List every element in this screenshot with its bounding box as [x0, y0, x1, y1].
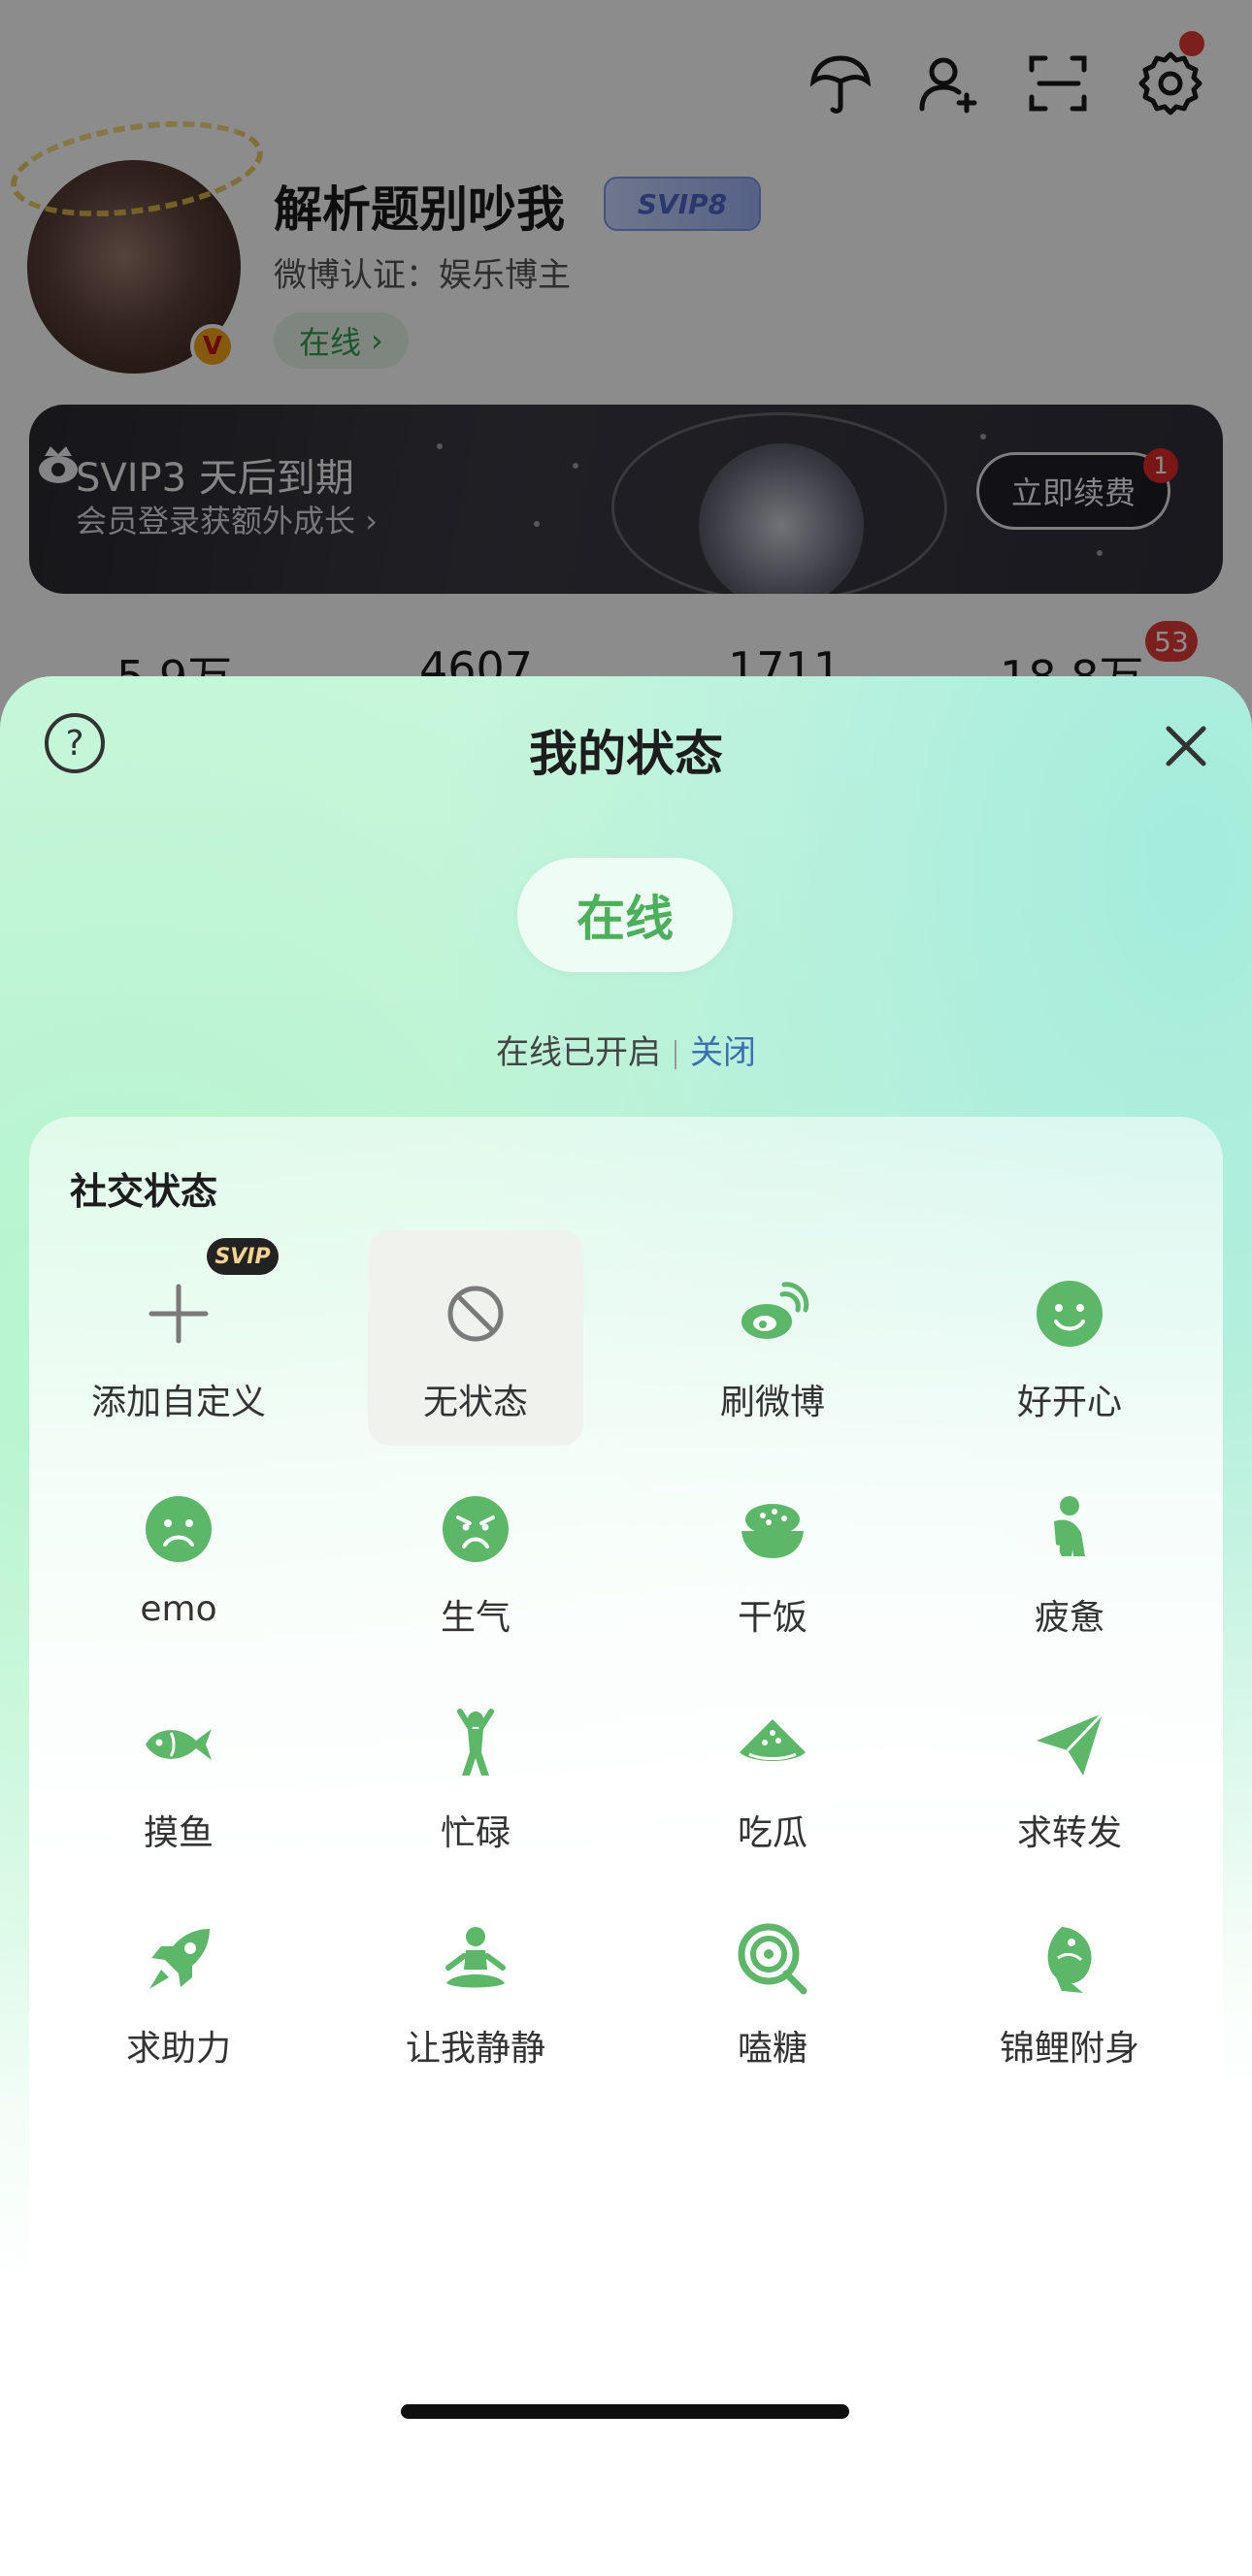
watermelon-icon [718, 1690, 827, 1799]
status-label: 锦鲤附身 [999, 2029, 1139, 2069]
status-item-tired[interactable]: 疲惫 [962, 1446, 1177, 1661]
home-indicator[interactable] [401, 2404, 849, 2419]
status-item-angry[interactable]: 生气 [368, 1446, 583, 1661]
status-item-weibo[interactable]: 刷微博 [665, 1230, 880, 1446]
status-item-slacking[interactable]: 摸鱼 [71, 1661, 286, 1876]
profile-page: V 解析题别吵我 SVIP8 微博认证：娱乐博主 在线 › SVIP3 天后到期… [0, 0, 1252, 737]
status-item-busy[interactable]: 忙碌 [368, 1661, 583, 1876]
status-label: 吃瓜 [737, 1813, 807, 1853]
status-label: 让我静静 [405, 2029, 545, 2069]
status-item-quiet[interactable]: 让我静静 [368, 1876, 583, 2092]
sheet-title: 我的状态 [529, 726, 723, 782]
status-item-happy[interactable]: 好开心 [962, 1230, 1177, 1446]
status-label: 生气 [440, 1598, 511, 1638]
svip-tag: SVIP [207, 1238, 279, 1275]
status-label: 忙碌 [440, 1813, 511, 1853]
current-status-pill[interactable]: 在线 [517, 858, 733, 972]
status-item-emo[interactable]: emo [71, 1446, 286, 1661]
lollipop-icon [718, 1906, 827, 2014]
status-item-eat[interactable]: 干饭 [665, 1446, 880, 1661]
angry-face-icon [421, 1475, 530, 1583]
meditate-icon [421, 1906, 530, 2014]
section-title: 社交状态 [70, 1170, 218, 1213]
status-label: 好开心 [1016, 1383, 1122, 1422]
online-note-text: 在线已开启 [496, 1033, 661, 1072]
no-status-icon [421, 1259, 530, 1368]
plus-icon [124, 1259, 233, 1368]
busy-person-icon [421, 1690, 530, 1799]
rice-bowl-icon [718, 1475, 827, 1583]
status-item-candy[interactable]: 嗑糖 [665, 1876, 880, 2092]
paper-plane-icon [1015, 1690, 1124, 1799]
status-label: 求助力 [125, 2029, 231, 2069]
close-icon[interactable] [1157, 717, 1215, 775]
social-status-card: 社交状态 添加自定义 SVIP 无状态 刷微博 好开心 emo 生气 干饭 疲惫… [29, 1117, 1223, 2378]
sad-face-icon [124, 1475, 233, 1583]
status-label: 添加自定义 [90, 1383, 266, 1422]
tired-person-icon [1015, 1475, 1124, 1583]
status-item-koi[interactable]: 锦鲤附身 [962, 1876, 1177, 2092]
status-item-forward[interactable]: 求转发 [962, 1661, 1177, 1876]
status-label: 无状态 [422, 1383, 528, 1422]
status-label: 嗑糖 [737, 2029, 807, 2069]
fish-icon [124, 1690, 233, 1799]
status-label: emo [140, 1589, 217, 1629]
status-item-boost[interactable]: 求助力 [71, 1876, 286, 2092]
status-label: 干饭 [737, 1598, 807, 1638]
koi-icon [1015, 1906, 1124, 2014]
happy-face-icon [1015, 1259, 1124, 1368]
status-label: 刷微博 [719, 1383, 825, 1422]
dim-overlay[interactable] [0, 0, 1252, 737]
status-label: 摸鱼 [143, 1813, 214, 1853]
status-label: 疲惫 [1034, 1598, 1104, 1638]
close-online-link[interactable]: 关闭 [690, 1033, 756, 1072]
status-label: 求转发 [1016, 1813, 1122, 1853]
weibo-icon [718, 1259, 827, 1368]
rocket-icon [124, 1906, 233, 2014]
status-item-no-status[interactable]: 无状态 [368, 1230, 583, 1446]
status-sheet: ? 我的状态 在线 在线已开启 关闭 社交状态 添加自定义 SVIP 无状态 刷… [0, 676, 1252, 2576]
online-note: 在线已开启 关闭 [0, 1026, 1252, 1073]
status-item-melon[interactable]: 吃瓜 [665, 1661, 880, 1876]
